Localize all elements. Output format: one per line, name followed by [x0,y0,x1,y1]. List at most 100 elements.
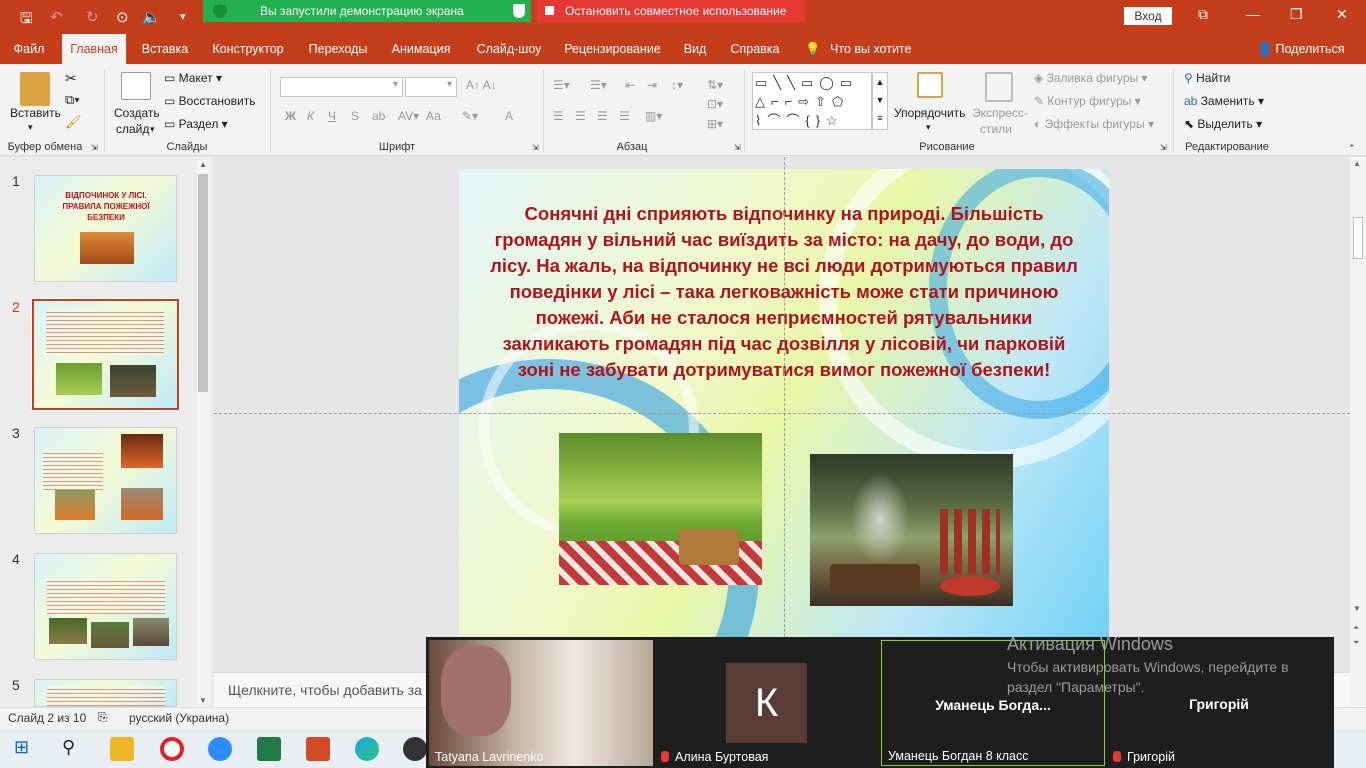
undo-icon[interactable]: ↶ [50,8,63,26]
numbering-icon[interactable]: ☰▾ [590,78,607,92]
font-grow-icon[interactable]: A↑ A↓ [466,78,497,92]
slide-scrollbar[interactable]: ▲ ▼ ⏶ ⏷ [1350,157,1366,707]
quick-styles-icon[interactable] [985,72,1013,102]
tab-home[interactable]: Главная [62,34,126,65]
shapes-gallery-scroll[interactable]: ▲ ▼ ≡ [872,72,888,130]
media-player-icon[interactable] [403,737,427,761]
tab-design[interactable]: Конструктор [206,34,290,64]
scrollbar-thumb[interactable] [1353,217,1363,259]
tab-view[interactable]: Вид [677,34,713,64]
speaker-icon[interactable]: 🔈 [142,8,161,26]
strikethrough-button[interactable]: S [351,109,359,123]
slide-thumbnail-2[interactable] [31,298,180,411]
zoom-icon[interactable] [208,737,232,761]
reset-button[interactable]: ▭ Восстановить [164,94,256,108]
text-shadow-icon[interactable]: AV▾ [398,109,419,123]
slide-thumbnail-5[interactable] [34,679,177,707]
participant-tile-1[interactable]: Tatyana Lavrinenko [429,640,653,766]
tab-help[interactable]: Справка [724,34,786,64]
stop-share-button[interactable]: Остановить совместное использование [537,0,805,22]
new-slide-dropdown-icon[interactable]: ▾ [150,124,155,135]
customize-qa-icon[interactable]: ▾ [180,10,186,23]
tab-animations[interactable]: Анимация [385,34,457,64]
login-button[interactable]: Вход [1124,7,1172,25]
paragraph-launcher-icon[interactable]: ⇲ [734,143,741,152]
slide-thumbnail-1[interactable]: ВІДПОЧИНОК У ЛІСІ. ПРАВИЛА ПОЖЕЖНОЇ БЕЗП… [34,175,177,282]
slide-thumbnail-4[interactable] [34,553,177,660]
shapes-gallery[interactable]: ▭╲╲▭◯▭ △⌐⌐⇨⇧⬠ ⌇⌒⌒{}☆ [752,72,872,130]
font-color-button[interactable]: A [505,109,513,123]
underline-button[interactable]: Ч [328,109,336,123]
share-button[interactable]: Поделиться [1274,34,1346,64]
format-painter-icon[interactable]: 🖌 [65,114,82,130]
tell-me-search[interactable]: Что вы хотите сделать? [830,34,965,86]
shape-fill-button[interactable]: ◈ Заливка фигуры ▾ [1034,71,1148,85]
opera-icon[interactable] [160,737,184,761]
copy-icon[interactable]: ⧉▾ [65,92,80,108]
new-slide-label-2[interactable]: слайд [116,122,149,136]
participant-tile-2[interactable]: К Алина Буртовая [655,640,879,766]
char-spacing-button[interactable]: ab [372,109,385,123]
scroll-up-icon[interactable]: ▲ [199,160,207,169]
quick-styles-label-1[interactable]: Экспресс- [972,106,1028,120]
drawing-launcher-icon[interactable]: ⇲ [1160,143,1167,152]
language-status[interactable]: русский (Украина) [129,711,229,725]
thumbnails-scrollbar[interactable]: ▲ ▼ [197,160,210,705]
present-icon[interactable]: ⊙ [116,8,129,26]
bullets-icon[interactable]: ☰▾ [553,78,570,92]
spellcheck-icon[interactable]: ⎘ [98,710,108,725]
align-left-icon[interactable]: ☰ [553,109,564,123]
next-slide-icon[interactable]: ⏷ [1353,638,1359,648]
tab-slideshow[interactable]: Слайд-шоу [469,34,549,64]
change-case-button[interactable]: Аа [426,109,441,123]
arrange-dropdown-icon[interactable]: ▾ [926,122,931,133]
minimize-icon[interactable]: — [1246,6,1260,22]
edge-icon[interactable] [355,737,379,761]
columns-icon[interactable]: ▥▾ [645,109,662,123]
font-size-select[interactable]: ▾ [405,77,457,97]
scrollbar-thumb[interactable] [198,174,208,392]
align-text-icon[interactable]: ⊡▾ [707,97,723,111]
section-button[interactable]: ▭ Раздел ▾ [164,117,228,131]
arrange-button[interactable]: Упорядочить [894,106,965,120]
clipboard-launcher-icon[interactable]: ⇲ [91,143,98,152]
maximize-icon[interactable]: ❐ [1290,6,1303,23]
line-spacing-icon[interactable]: ↕▾ [671,78,683,92]
excel-icon[interactable] [257,737,281,761]
scroll-up-icon[interactable]: ▲ [1353,159,1361,168]
tab-transitions[interactable]: Переходы [301,34,375,64]
picnic-image[interactable] [559,433,762,585]
layout-button[interactable]: ▭ Макет ▾ [164,71,222,85]
select-button[interactable]: ⬉ Выделить ▾ [1184,117,1262,131]
italic-button[interactable]: К [307,109,314,123]
text-direction-icon[interactable]: ⇅▾ [707,78,723,92]
prev-slide-icon[interactable]: ⏶ [1353,623,1359,633]
scroll-down-icon[interactable]: ▼ [199,696,207,705]
close-icon[interactable]: ✕ [1336,6,1348,23]
search-icon[interactable]: ⚲ [62,737,75,758]
bold-button[interactable]: Ж [285,109,296,123]
ribbon-display-icon[interactable]: ⧉ [1198,6,1208,23]
scroll-down-icon[interactable]: ▼ [1353,604,1361,613]
cut-icon[interactable]: ✂ [65,70,77,87]
start-icon[interactable]: ⊞ [14,737,29,758]
quick-styles-label-2[interactable]: стили [980,122,1012,136]
align-right-icon[interactable]: ☰ [597,109,608,123]
smartart-icon[interactable]: ⊞▾ [707,117,723,131]
tab-review[interactable]: Рецензирование [560,34,665,64]
file-explorer-icon[interactable] [110,737,134,761]
font-launcher-icon[interactable]: ⇲ [532,143,539,152]
campfire-image[interactable] [810,454,1013,606]
save-icon[interactable]: 🖫 [20,8,33,33]
font-family-select[interactable]: ▾ [280,77,403,97]
paste-dropdown-icon[interactable]: ▾ [28,122,33,133]
increase-indent-icon[interactable]: ⇥ [647,78,657,92]
paste-icon[interactable] [20,72,50,106]
highlight-icon[interactable]: ✎▾ [462,109,478,123]
shape-outline-button[interactable]: ✎ Контур фигуры ▾ [1034,94,1141,108]
new-slide-label-1[interactable]: Создать [114,106,160,120]
arrange-icon[interactable] [917,72,943,98]
collapse-ribbon-icon[interactable]: ⌃ [1348,143,1356,154]
align-center-icon[interactable]: ☰ [575,109,586,123]
tab-file[interactable]: Файл [6,34,52,64]
